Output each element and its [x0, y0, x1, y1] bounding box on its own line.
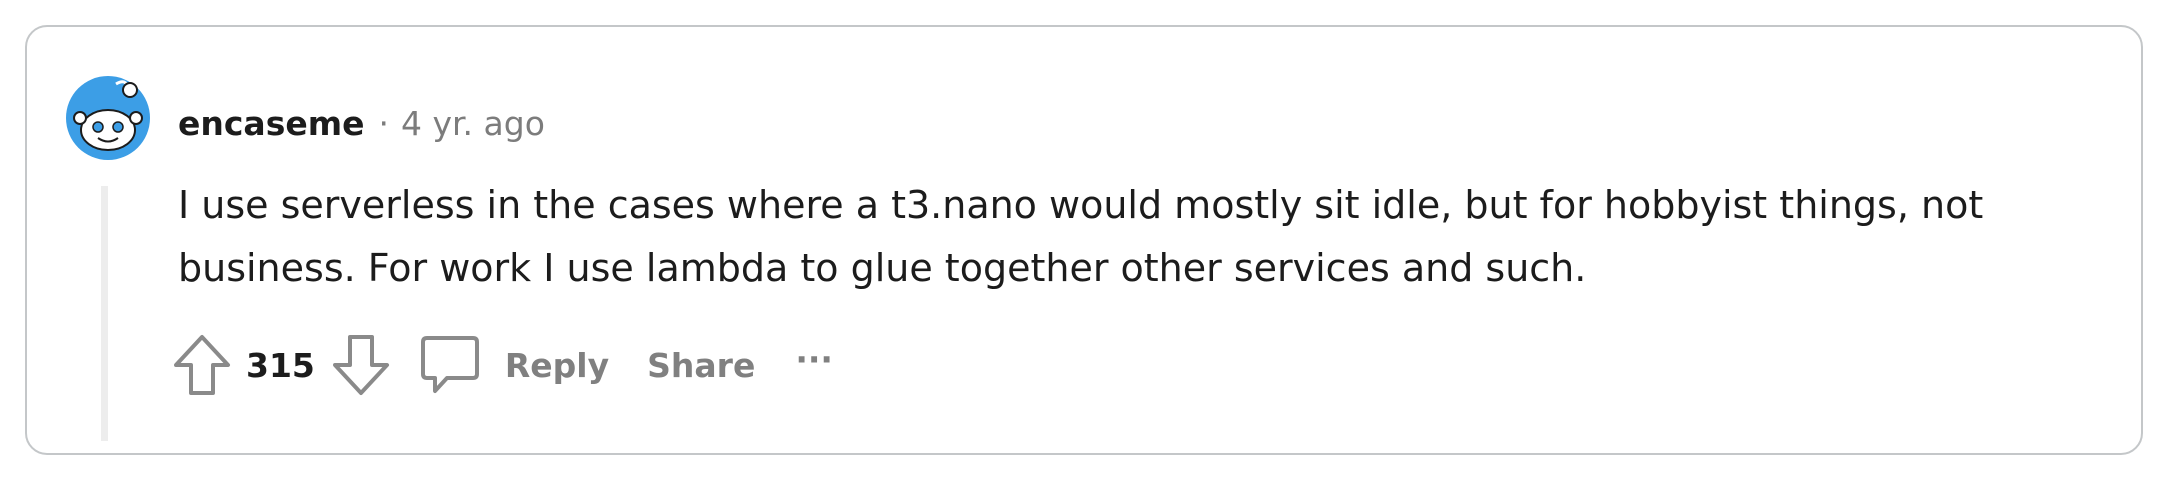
downvote-button[interactable]	[331, 333, 391, 397]
comment-body-line: I use serverless in the cases where a t3…	[178, 183, 1984, 227]
reply-label: Reply	[504, 345, 610, 385]
more-options-icon[interactable]: ···	[795, 340, 833, 379]
comment-timestamp[interactable]: 4 yr. ago	[401, 104, 545, 143]
downvote-arrow-icon	[332, 335, 389, 395]
user-avatar[interactable]	[66, 76, 150, 160]
username-link[interactable]: encaseme	[178, 104, 365, 143]
upvote-button[interactable]	[172, 333, 232, 397]
separator-dot: ·	[378, 103, 390, 143]
comment-body: I use serverless in the cases where a t3…	[178, 174, 2078, 300]
reply-button[interactable]: Reply	[419, 334, 609, 396]
thread-collapse-line[interactable]	[101, 186, 108, 441]
comment-bubble-icon	[420, 336, 479, 393]
share-button[interactable]: Share	[647, 346, 755, 385]
comment-actions: 315 Reply Share ···	[172, 330, 833, 400]
snoo-avatar-icon	[66, 76, 150, 160]
comment-body-line: business. For work I use lambda to glue …	[178, 246, 1587, 290]
vote-score: 315	[246, 345, 315, 385]
upvote-arrow-icon	[174, 335, 230, 395]
comment-header: encaseme · 4 yr. ago	[178, 98, 545, 148]
